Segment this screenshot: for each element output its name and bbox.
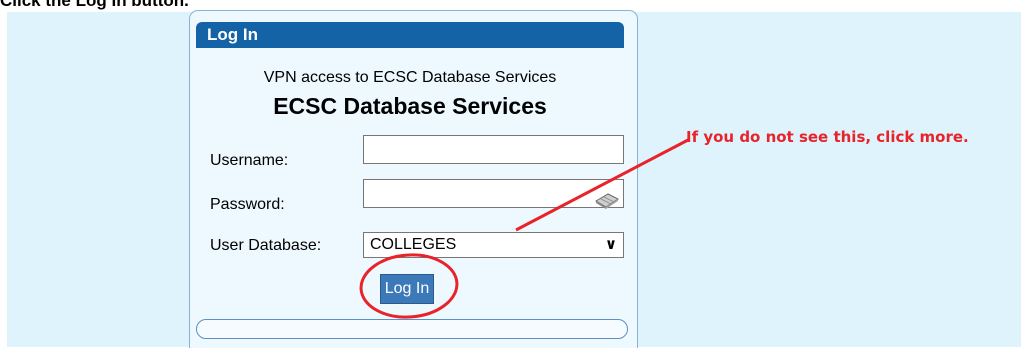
chevron-down-icon: ∨ [604,236,617,253]
keyboard-icon[interactable] [594,190,620,210]
username-input[interactable] [363,135,624,164]
password-input[interactable] [363,179,624,208]
vpn-subtitle: VPN access to ECSC Database Services [263,69,557,86]
database-value: COLLEGES [370,236,457,253]
username-label: Username: [210,152,289,169]
annotation-text: If you do not see this, click more. [686,128,969,146]
instruction-suffix: button. [126,0,189,10]
instruction-emphasis: Log In [75,0,127,10]
login-panel: Log In VPN access to ECSC Database Servi… [189,10,638,348]
service-title: ECSC Database Services [273,93,547,119]
panel-header: Log In [196,22,624,48]
instruction-text: Click the Log In button. [0,0,189,11]
database-select[interactable]: COLLEGES ∨ [363,232,624,258]
login-button[interactable]: Log In [380,274,434,304]
database-label: User Database: [210,237,322,254]
status-bar [196,319,628,339]
instruction-prefix: Click the [0,0,76,10]
password-label: Password: [210,196,285,213]
